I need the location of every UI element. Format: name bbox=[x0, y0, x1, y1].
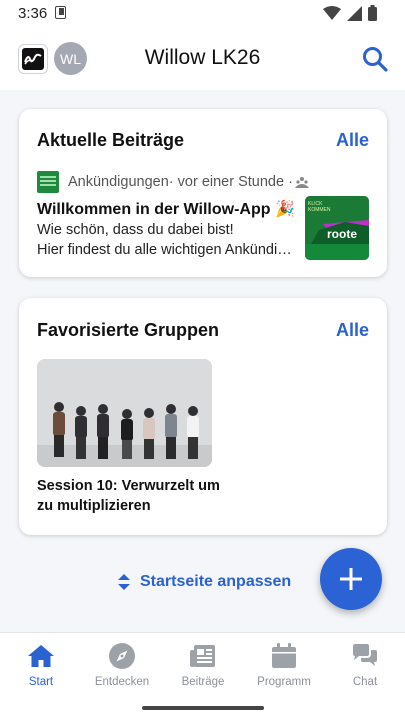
svg-text:KOMMEN: KOMMEN bbox=[308, 207, 331, 213]
nav-label-chat: Chat bbox=[352, 676, 378, 688]
post-excerpt-line-2: Hier findest du alle wichtigen Ankündigu… bbox=[37, 242, 297, 258]
status-time: 3:36 bbox=[18, 5, 48, 22]
favorite-groups-title: Favorisierte Gruppen bbox=[37, 320, 220, 340]
favorite-groups-all-link[interactable]: Alle bbox=[336, 320, 369, 341]
nav-label-beitraege: Beiträge bbox=[181, 676, 225, 688]
post-time: · vor einer Stunde · bbox=[168, 174, 293, 190]
customize-home-label: Startseite anpassen bbox=[140, 573, 292, 590]
avatar-initials: WL bbox=[60, 50, 81, 67]
post-excerpt-line-1: Wie schön, dass du dabei bist! bbox=[37, 222, 234, 238]
app-logo[interactable] bbox=[18, 44, 48, 74]
chat-icon bbox=[353, 644, 377, 666]
signal-icon bbox=[347, 5, 362, 21]
status-bar: 3:36 bbox=[0, 0, 405, 28]
user-avatar[interactable]: WL bbox=[54, 42, 87, 75]
customize-home-button[interactable]: Startseite anpassen bbox=[118, 573, 291, 591]
compass-icon bbox=[109, 643, 135, 669]
recent-posts-card: Aktuelle Beiträge Alle Ankündigungen · v… bbox=[19, 109, 387, 277]
search-button[interactable] bbox=[361, 45, 389, 73]
nav-label-programm: Programm bbox=[257, 676, 311, 688]
willow-logo-icon bbox=[22, 48, 44, 70]
svg-text:roote: roote bbox=[327, 227, 357, 241]
status-icons bbox=[323, 5, 377, 21]
recent-posts-title: Aktuelle Beiträge bbox=[37, 130, 185, 150]
sort-icon bbox=[118, 574, 130, 590]
home-icon bbox=[28, 645, 54, 667]
post-excerpt: Wie schön, dass du dabei bist! Hier find… bbox=[37, 220, 297, 260]
group-name: Session 10: Verwurzelt um zu multiplizie… bbox=[37, 478, 220, 514]
group-image bbox=[37, 359, 212, 467]
nav-label-entdecken: Entdecken bbox=[94, 676, 150, 688]
wifi-icon bbox=[323, 5, 341, 20]
nav-label-start: Start bbox=[28, 676, 54, 688]
add-button[interactable] bbox=[320, 548, 382, 610]
audience-icon bbox=[294, 177, 309, 188]
sim-card-icon bbox=[55, 6, 66, 19]
home-indicator bbox=[142, 706, 264, 710]
post-title: Willkommen in der Willow-App 🎉 bbox=[37, 201, 295, 218]
favorite-groups-card: Favorisierte Gruppen Alle Session 10: Ve… bbox=[19, 298, 387, 535]
recent-posts-all-link[interactable]: Alle bbox=[336, 130, 369, 151]
nav-item-start[interactable]: Start bbox=[1, 642, 81, 688]
post-meta: Ankündigungen · vor einer Stunde · bbox=[37, 171, 309, 193]
battery-icon bbox=[368, 5, 377, 21]
app-bar: WL Willow LK26 bbox=[0, 28, 405, 90]
group-thumbnail bbox=[37, 171, 59, 193]
nav-item-beitraege[interactable]: Beiträge bbox=[163, 642, 243, 688]
calendar-icon bbox=[272, 643, 296, 668]
nav-item-programm[interactable]: Programm bbox=[244, 642, 324, 688]
post-thumbnail: KLICK KOMMEN roote bbox=[305, 196, 369, 260]
plus-icon bbox=[340, 568, 362, 590]
newspaper-icon bbox=[190, 645, 215, 667]
nav-item-entdecken[interactable]: Entdecken bbox=[82, 642, 162, 688]
search-icon bbox=[363, 47, 388, 72]
post-group-name: Ankündigungen bbox=[68, 174, 169, 190]
nav-item-chat[interactable]: Chat bbox=[325, 642, 405, 688]
